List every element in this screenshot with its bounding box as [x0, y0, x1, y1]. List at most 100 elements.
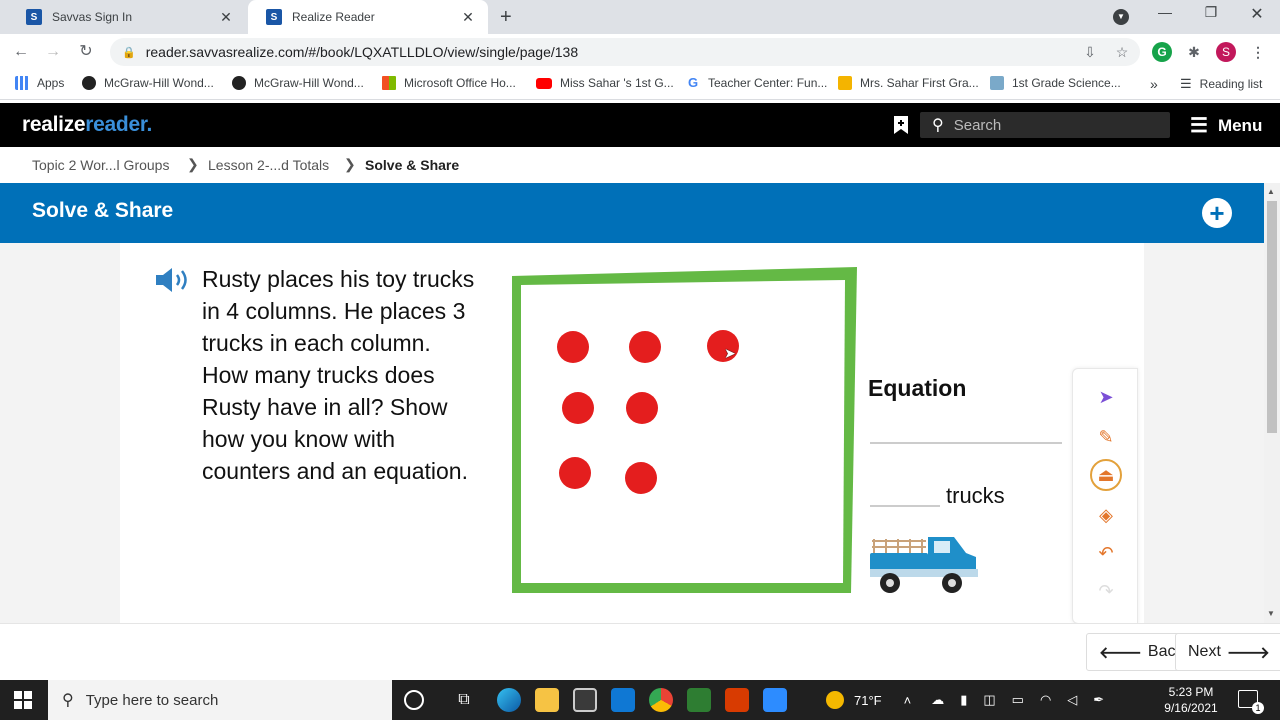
undo-tool-icon[interactable]: ↶: [1090, 537, 1122, 569]
bookmark-label: McGraw-Hill Wond...: [254, 76, 364, 90]
back-arrow-icon[interactable]: ←: [10, 41, 32, 63]
bookmark-mrs-sahar[interactable]: Mrs. Sahar First Gra...: [838, 76, 979, 90]
close-tab-icon[interactable]: ✕: [218, 9, 234, 26]
bookmark-mcgraw-hill-2[interactable]: McGraw-Hill Wond...: [232, 76, 364, 90]
page-scrollbar[interactable]: ▲ ▼: [1264, 183, 1280, 623]
equation-answer-line[interactable]: [870, 442, 1062, 444]
reading-list-button[interactable]: ☰ Reading list: [1180, 76, 1262, 92]
pointer-tool-icon[interactable]: ➤: [1090, 381, 1122, 413]
youtube-icon: [536, 77, 552, 89]
office-app-icon[interactable]: [725, 688, 749, 712]
tab-title: Savvas Sign In: [52, 10, 133, 24]
realize-reader-logo[interactable]: realizereader.: [22, 113, 152, 137]
grammarly-icon[interactable]: G: [1152, 42, 1172, 62]
tab-savvas-sign-in[interactable]: S Savvas Sign In ✕: [8, 0, 246, 34]
breadcrumb-topic[interactable]: Topic 2 Wor...l Groups: [32, 157, 169, 173]
red-counter[interactable]: [625, 462, 657, 494]
star-icon[interactable]: ☆: [1112, 42, 1132, 62]
bookmark-add-icon[interactable]: [893, 115, 909, 135]
counter-workspace[interactable]: [512, 267, 857, 593]
red-counter[interactable]: [626, 392, 658, 424]
bookmark-apps[interactable]: Apps: [15, 76, 64, 90]
clock-date: 9/16/2021: [1164, 701, 1218, 715]
file-explorer-icon[interactable]: [535, 688, 559, 712]
red-counter[interactable]: [629, 331, 661, 363]
bookmark-microsoft-office[interactable]: Microsoft Office Ho...: [382, 76, 516, 90]
taskbar-clock[interactable]: 5:23 PM 9/16/2021: [1158, 684, 1224, 716]
taskbar-search-placeholder: Type here to search: [85, 691, 219, 709]
pen-icon[interactable]: ✒: [1093, 692, 1104, 708]
zoom-icon[interactable]: [763, 688, 787, 712]
red-counter[interactable]: [562, 392, 594, 424]
close-window-icon[interactable]: ✕: [1234, 4, 1280, 24]
add-plus-icon[interactable]: +: [1202, 198, 1232, 228]
screen-recorder-icon[interactable]: [687, 688, 711, 712]
minimize-icon[interactable]: —: [1142, 4, 1188, 20]
new-tab-button[interactable]: +: [500, 6, 512, 29]
forward-arrow-icon[interactable]: →: [42, 41, 64, 63]
profile-avatar[interactable]: S: [1216, 42, 1236, 62]
red-counter[interactable]: [559, 457, 591, 489]
menu-button[interactable]: ☰ Menu: [1190, 113, 1262, 138]
task-view-icon[interactable]: ⧉: [452, 688, 476, 712]
mail-icon[interactable]: [611, 688, 635, 712]
tray-chevron-icon[interactable]: ˄: [904, 693, 912, 708]
tab-search-icon[interactable]: ▼: [1113, 9, 1129, 25]
edge-icon[interactable]: [497, 688, 521, 712]
chrome-icon[interactable]: [649, 688, 673, 712]
address-bar[interactable]: 🔒 reader.savvasrealize.com/#/book/LQXATL…: [110, 38, 1140, 66]
scroll-up-icon[interactable]: ▲: [1267, 187, 1275, 196]
eraser-tool-icon[interactable]: ◈: [1090, 499, 1122, 531]
usb-icon[interactable]: ▮: [960, 692, 967, 708]
windows-start-icon[interactable]: [14, 691, 32, 709]
arrow-right-icon: 🡒: [1226, 644, 1270, 662]
scroll-thumb[interactable]: [1267, 201, 1277, 433]
red-counter[interactable]: [557, 331, 589, 363]
restore-icon[interactable]: ❐: [1188, 4, 1234, 21]
reload-icon[interactable]: ↻: [75, 41, 97, 63]
bookmark-label: McGraw-Hill Wond...: [104, 76, 214, 90]
meet-now-icon[interactable]: ◫: [983, 692, 995, 708]
more-menu-icon[interactable]: ⋮: [1248, 42, 1268, 62]
bookmark-1st-grade-science[interactable]: 1st Grade Science...: [990, 76, 1121, 90]
folder-icon: [990, 76, 1004, 90]
next-button[interactable]: Next 🡒: [1175, 633, 1280, 671]
savvas-favicon-icon: S: [26, 9, 42, 25]
more-bookmarks-icon[interactable]: »: [1150, 76, 1158, 92]
search-icon: ⚲: [62, 692, 74, 709]
redo-tool-icon[interactable]: ↷: [1090, 575, 1122, 607]
wifi-icon[interactable]: ◠: [1040, 692, 1051, 708]
windows-taskbar: ⚲ Type here to search ⧉ 71°F ˄ ☁ ▮ ◫ ▭ ◠…: [0, 680, 1280, 720]
weather-temperature[interactable]: 71°F: [854, 693, 882, 708]
tab-realize-reader[interactable]: S Realize Reader ✕: [248, 0, 488, 34]
bookmark-teacher-center[interactable]: G Teacher Center: Fun...: [686, 76, 827, 90]
bookmark-label: Apps: [37, 76, 65, 90]
install-app-icon[interactable]: ⇩: [1080, 42, 1100, 62]
reading-list-label: Reading list: [1199, 77, 1263, 91]
breadcrumb: Topic 2 Wor...l Groups ❯ Lesson 2-...d T…: [0, 147, 1280, 183]
onedrive-icon[interactable]: ☁: [931, 692, 944, 708]
extensions-puzzle-icon[interactable]: ✱: [1184, 42, 1204, 62]
breadcrumb-lesson[interactable]: Lesson 2-...d Totals: [208, 157, 329, 173]
bookmarks-bar: Apps McGraw-Hill Wond... McGraw-Hill Won…: [0, 70, 1280, 100]
bookmark-miss-sahar[interactable]: Miss Sahar 's 1st G...: [536, 76, 674, 90]
trucks-answer-line[interactable]: [870, 505, 940, 507]
close-tab-icon[interactable]: ✕: [460, 9, 476, 26]
cortana-icon[interactable]: [404, 690, 424, 710]
speaker-audio-icon[interactable]: [154, 266, 192, 294]
search-input[interactable]: ⚲ Search: [920, 112, 1170, 138]
stamp-tool-icon[interactable]: ⏏: [1090, 459, 1122, 491]
store-icon[interactable]: [573, 688, 597, 712]
lock-icon: 🔒: [122, 46, 136, 59]
browser-toolbar: ← → ↻ 🔒 reader.savvasrealize.com/#/book/…: [0, 34, 1280, 70]
equation-label: Equation: [868, 375, 967, 401]
battery-icon[interactable]: ▭: [1012, 692, 1024, 708]
search-icon: ⚲: [932, 117, 944, 134]
bookmark-mcgraw-hill-1[interactable]: McGraw-Hill Wond...: [82, 76, 214, 90]
scroll-down-icon[interactable]: ▼: [1267, 609, 1275, 618]
taskbar-search-input[interactable]: ⚲ Type here to search: [48, 680, 392, 720]
pencil-tool-icon[interactable]: ✎: [1090, 421, 1122, 453]
google-icon: G: [686, 75, 700, 90]
volume-icon[interactable]: ◁: [1067, 692, 1077, 708]
browser-tab-strip: S Savvas Sign In ✕ S Realize Reader ✕ + …: [0, 0, 1280, 34]
